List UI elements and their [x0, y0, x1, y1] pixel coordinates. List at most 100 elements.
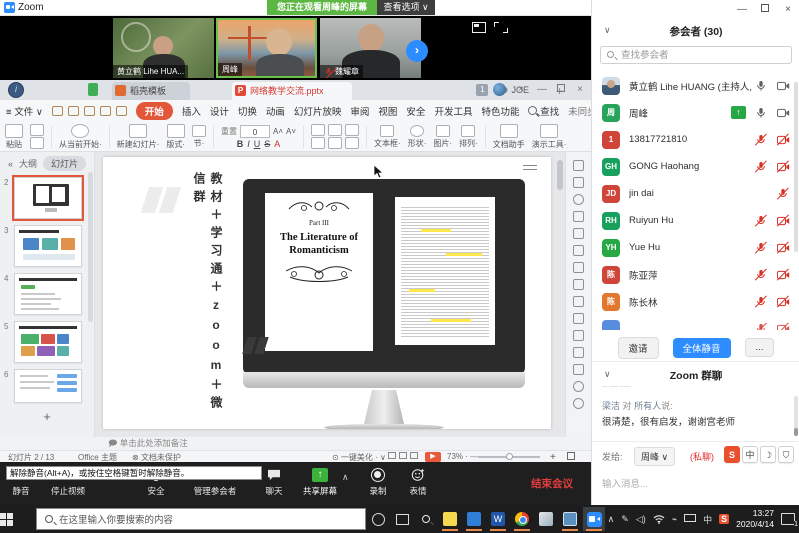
mute-all-button[interactable]: 全体静音: [673, 338, 731, 358]
message-badge[interactable]: 1: [476, 84, 488, 96]
slide-hamburger-icon[interactable]: [523, 165, 537, 166]
menu-features[interactable]: 特色功能: [481, 104, 519, 118]
sogou-ime-icon[interactable]: S: [724, 446, 740, 463]
font-size-box[interactable]: 0: [240, 125, 270, 138]
participant-row[interactable]: 陈 陈长林: [592, 288, 799, 315]
share-screen-button[interactable]: ↑ 共享屏幕: [296, 466, 344, 497]
chrome-app-icon[interactable]: [511, 507, 533, 531]
bold-button[interactable]: B: [237, 139, 244, 149]
participant-list-scrollbar[interactable]: [794, 82, 798, 252]
slide-thumb-5[interactable]: [14, 321, 82, 363]
video-tile-zhou-active[interactable]: 周峰: [216, 18, 317, 78]
history-panel-icon[interactable]: [573, 398, 584, 409]
user-avatar[interactable]: [493, 83, 506, 96]
menu-transition[interactable]: 切换: [238, 104, 257, 118]
menu-security[interactable]: 安全: [406, 104, 425, 118]
pen-icon[interactable]: ✎: [621, 514, 629, 525]
word-app-icon[interactable]: W: [487, 507, 509, 531]
quick-access-icons[interactable]: [52, 106, 127, 116]
present-tools-button[interactable]: 演示工具·: [532, 124, 567, 150]
zoom-slider-knob[interactable]: [506, 453, 513, 460]
panel-minimize-button[interactable]: —: [737, 4, 747, 15]
muted-mic-icon[interactable]: [754, 241, 768, 255]
slide-thumb-6[interactable]: [14, 369, 82, 403]
muted-mic-icon[interactable]: [754, 295, 768, 309]
panel-collapse-icon[interactable]: «: [8, 159, 13, 169]
participant-search-input[interactable]: 查找参会者: [600, 46, 792, 64]
notes-bar[interactable]: 🗩 单击此处添加备注: [0, 437, 591, 450]
font-grow[interactable]: A˄: [273, 127, 283, 136]
mail-app-icon[interactable]: [463, 507, 485, 531]
task-view-button[interactable]: [391, 507, 413, 531]
new-slide-button[interactable]: 新建幻灯片·: [117, 124, 160, 150]
taskbar-search-input[interactable]: 在这里输入你要搜索的内容: [36, 508, 366, 530]
reactions-button[interactable]: 表情: [396, 466, 440, 497]
muted-mic-icon[interactable]: [776, 187, 790, 201]
chat-messages[interactable]: ‾‾ ‾‾‾ ‾‾‾‾ 梁洁 对 所有人说: 很清楚，很有启发，谢谢宫老师: [592, 384, 799, 442]
menu-home-active[interactable]: 开始: [136, 102, 173, 120]
chinese-ime-icon[interactable]: 中: [742, 446, 758, 463]
play-from-current-button[interactable]: 从当前开始·: [59, 124, 102, 150]
animation-panel-icon[interactable]: [573, 279, 584, 290]
help-panel-icon[interactable]: [573, 381, 584, 392]
italic-button[interactable]: I: [247, 139, 250, 149]
chart-panel-icon[interactable]: [573, 262, 584, 273]
tab-document[interactable]: P 网络教学交流.pptx: [232, 82, 352, 100]
reset-button[interactable]: 重置: [221, 126, 237, 137]
camera-off-icon[interactable]: [776, 295, 790, 309]
tab-outline[interactable]: 大纲: [19, 157, 37, 170]
view-options-button[interactable]: 查看选项 ∨: [377, 0, 435, 15]
participant-row-partial[interactable]: [592, 315, 799, 330]
menu-slideshow[interactable]: 幻灯片放映: [294, 104, 342, 118]
next-videos-button[interactable]: ›: [406, 40, 428, 62]
speaker-icon[interactable]: ◁): [636, 514, 646, 525]
wps-home-avatar[interactable]: [8, 82, 24, 98]
participant-row[interactable]: JD jin dai: [592, 180, 799, 207]
camera-off-icon[interactable]: [776, 268, 790, 282]
panel-restore-button[interactable]: [761, 4, 769, 15]
shape-panel-icon[interactable]: [573, 194, 584, 205]
touch-keyboard-icon[interactable]: [684, 514, 696, 524]
shape-button[interactable]: 形状·: [408, 125, 427, 149]
wps-close-button[interactable]: ×: [577, 84, 583, 95]
participant-row[interactable]: 陈 陈亚萍: [592, 261, 799, 288]
moon-icon[interactable]: ☽: [760, 446, 776, 463]
slide-thumb-4[interactable]: [14, 273, 82, 315]
view-mode-icons[interactable]: [388, 452, 421, 461]
send-to-dropdown[interactable]: 周峰 ∨: [634, 447, 675, 466]
tab-docer-template[interactable]: 稻壳模板: [112, 82, 190, 100]
paste-button[interactable]: 粘贴: [5, 124, 23, 150]
tab-slides-active[interactable]: 幻灯片: [43, 156, 86, 171]
audio-panel-icon[interactable]: [573, 364, 584, 375]
section-button[interactable]: 节·: [192, 125, 206, 149]
end-meeting-button[interactable]: 结束会议: [531, 476, 573, 491]
export-panel-icon[interactable]: [573, 313, 584, 324]
picture-button[interactable]: 图片·: [433, 125, 452, 149]
settings-panel-icon[interactable]: [573, 211, 584, 222]
chat-scrollbar[interactable]: [794, 396, 798, 436]
participant-row-zhou[interactable]: 周 周峰 ↑: [592, 99, 799, 126]
paragraph-group[interactable]: [311, 124, 359, 149]
thumbnail-scrollbar[interactable]: [88, 172, 93, 322]
camera-icon[interactable]: [776, 106, 790, 120]
tray-expand-chevron[interactable]: ∧: [608, 514, 615, 525]
mic-icon[interactable]: [754, 79, 768, 93]
font-color-button[interactable]: A: [274, 139, 280, 149]
media-panel-icon[interactable]: [573, 347, 584, 358]
audio-jack-icon[interactable]: ⌁: [672, 514, 677, 525]
participant-row[interactable]: GH GONG Haohang: [592, 153, 799, 180]
notepad-app-icon[interactable]: [559, 507, 581, 531]
camera-off-icon[interactable]: [776, 241, 790, 255]
fill-panel-icon[interactable]: [573, 228, 584, 239]
magnifier-app-icon[interactable]: [415, 507, 437, 531]
menu-review[interactable]: 审阅: [350, 104, 369, 118]
sogou-tray-icon[interactable]: S: [719, 514, 729, 524]
camera-off-icon[interactable]: [776, 322, 790, 331]
collapse-chevron-icon[interactable]: ∨: [604, 25, 611, 36]
muted-mic-icon[interactable]: [754, 160, 768, 174]
action-center-icon[interactable]: 1: [781, 513, 795, 525]
muted-mic-icon[interactable]: [754, 322, 768, 331]
fit-fullscreen-icon[interactable]: [567, 452, 575, 462]
mic-icon[interactable]: [754, 106, 768, 120]
undo-icon[interactable]: [100, 106, 111, 116]
